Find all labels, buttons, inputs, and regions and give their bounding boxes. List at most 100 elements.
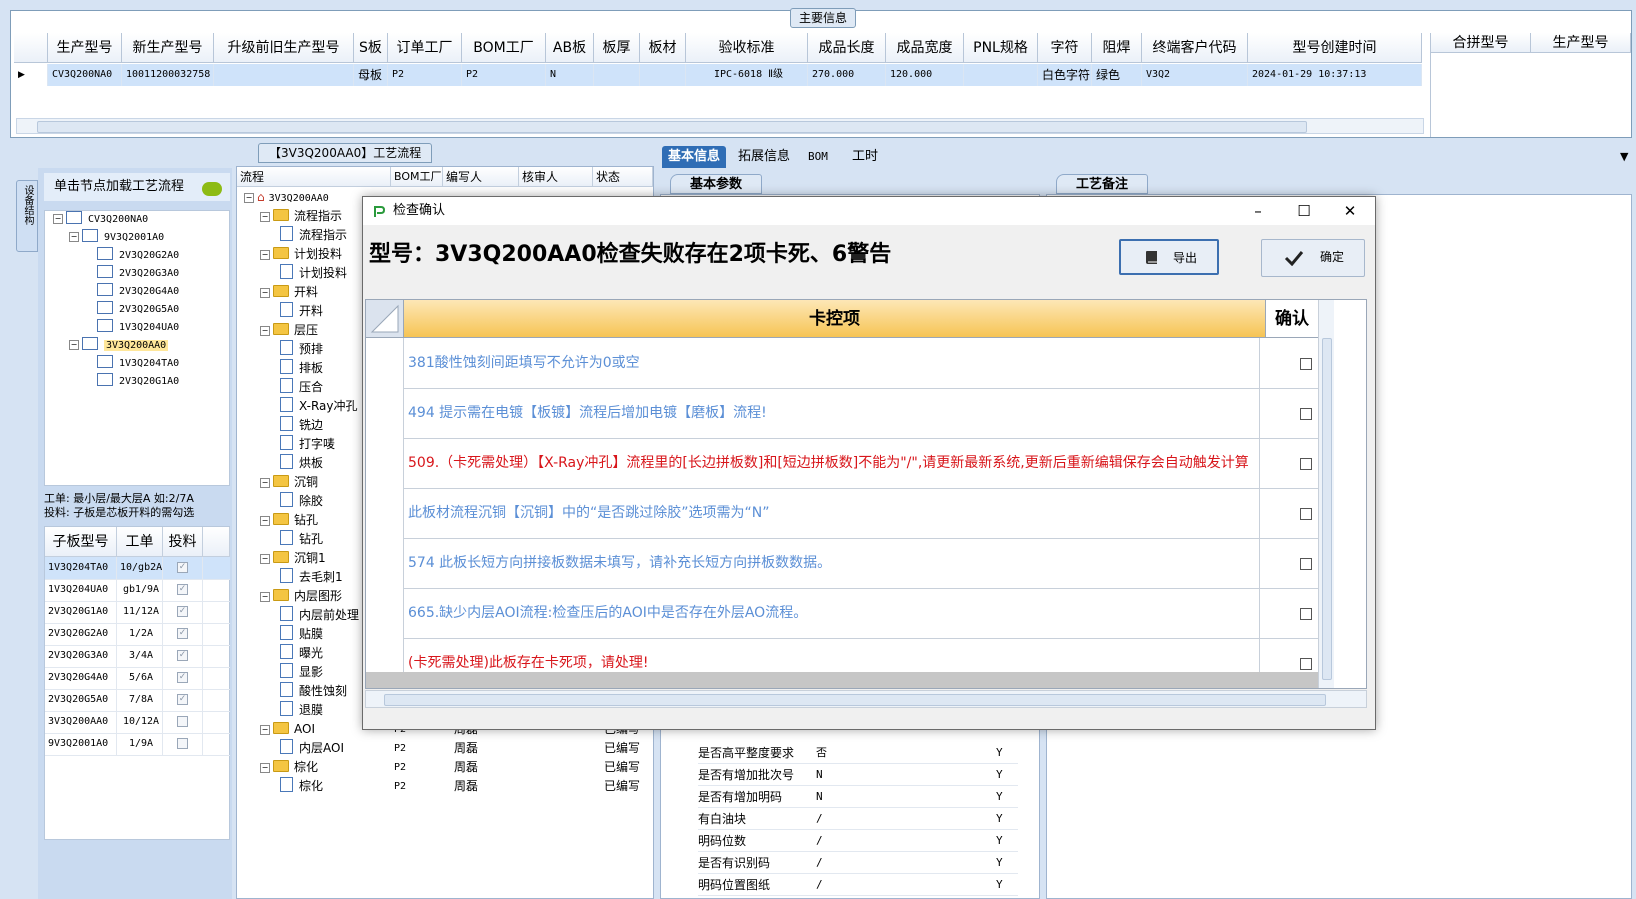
table-cell[interactable]: 270.000	[808, 64, 886, 86]
vertical-scrollbar[interactable]	[1318, 300, 1334, 688]
param-flag[interactable]: Y	[996, 808, 1003, 830]
feed-checkbox[interactable]: ✓	[177, 694, 188, 705]
table-row[interactable]: 2V3Q20G1A0 11/12A ✓	[45, 601, 230, 624]
param-flag[interactable]: Y	[996, 786, 1003, 808]
process-bom-cell[interactable]: P2	[394, 777, 406, 796]
table-row[interactable]: 2V3Q20G4A0 5/6A ✓	[45, 667, 230, 690]
table-cell[interactable]: 10/12A	[117, 711, 163, 733]
check-item-row[interactable]: 此板材流程沉铜【沉铜】中的“是否跳过除胶”选项需为“N”	[366, 488, 1318, 539]
process-group-node[interactable]: − AOI	[260, 720, 315, 739]
chat-bubble-icon[interactable]	[202, 182, 222, 196]
table-cell[interactable]: 白色字符	[1038, 64, 1092, 86]
feed-checkbox[interactable]	[177, 716, 188, 727]
confirm-checkbox[interactable]	[1300, 458, 1312, 470]
table-cell[interactable]: 2V3Q20G2A0	[45, 623, 117, 645]
tab-extended-info[interactable]: 拓展信息	[732, 146, 796, 168]
process-step-node[interactable]: 开料	[280, 302, 323, 321]
process-bom-cell[interactable]: P2	[394, 739, 406, 758]
table-cell[interactable]	[163, 733, 203, 755]
col-header[interactable]: 板材	[640, 33, 686, 63]
confirm-button[interactable]: 确定	[1261, 239, 1365, 277]
check-items-table[interactable]: 卡控项 确认 381酸性蚀刻间距填写不允许为0或空 494 提示需在电镀【板镀】流…	[365, 299, 1367, 689]
col-header[interactable]: 生产型号	[1531, 33, 1631, 53]
table-cell[interactable]: 1V3Q204UA0	[45, 579, 117, 601]
process-root-node[interactable]: − ⌂ 3V3Q200AA0	[244, 188, 329, 207]
col-header[interactable]: 合拼型号	[1431, 33, 1531, 53]
table-cell[interactable]: gb1/9A	[117, 579, 163, 601]
process-step-node[interactable]: 去毛刺1	[280, 568, 343, 587]
param-row[interactable]: 是否高平整度要求 否 Y	[698, 742, 1018, 764]
process-step-node[interactable]: 内层AOI	[280, 739, 344, 758]
col-header[interactable]: 成品宽度	[886, 33, 964, 63]
check-item-row[interactable]: 574 此板长短方向拼接板数据未填写，请补充长短方向拼板数数据。	[366, 538, 1318, 589]
table-cell[interactable]: 3V3Q200AA0	[45, 711, 117, 733]
col-header[interactable]: 编写人	[443, 167, 519, 187]
tab-basic-info[interactable]: 基本信息	[662, 146, 727, 168]
table-cell[interactable]: 1/9A	[117, 733, 163, 755]
table-cell[interactable]: 绿色	[1092, 64, 1142, 86]
process-step-node[interactable]: 钻孔	[280, 530, 323, 549]
col-header[interactable]: 阻焊	[1092, 33, 1142, 63]
structure-side-tab[interactable]: 设备结构	[16, 180, 38, 252]
table-cell[interactable]: 9V3Q2001A0	[45, 733, 117, 755]
col-header[interactable]: 验收标准	[686, 33, 808, 63]
table-cell[interactable]: 2024-01-29 10:37:13	[1248, 64, 1422, 86]
process-group-node[interactable]: − 沉铜1	[260, 549, 326, 568]
process-step-node[interactable]: 计划投料	[280, 264, 347, 283]
process-step-node[interactable]: 烘板	[280, 454, 323, 473]
process-status-cell[interactable]: 已编写	[604, 777, 640, 796]
table-cell[interactable]	[594, 64, 640, 86]
col-header[interactable]: 状态	[593, 167, 653, 187]
process-step-node[interactable]: 预排	[280, 340, 323, 359]
tab-bom[interactable]: BOM	[802, 146, 834, 168]
col-header[interactable]: 子板型号	[45, 527, 117, 557]
col-header[interactable]: S板	[354, 33, 388, 63]
col-header[interactable]: AB板	[546, 33, 594, 63]
confirm-checkbox[interactable]	[1300, 358, 1312, 370]
param-value[interactable]: N	[816, 764, 823, 786]
process-author-cell[interactable]: 周磊	[454, 758, 478, 777]
row-header[interactable]	[366, 588, 404, 638]
param-value[interactable]: /	[816, 874, 823, 896]
feed-checkbox[interactable]: ✓	[177, 584, 188, 595]
process-author-cell[interactable]: 周磊	[454, 777, 478, 796]
col-header[interactable]: 板厚	[594, 33, 640, 63]
check-item-row[interactable]: 381酸性蚀刻间距填写不允许为0或空	[366, 338, 1318, 389]
feed-checkbox[interactable]: ✓	[177, 562, 188, 573]
close-icon[interactable]: ✕	[1327, 197, 1373, 225]
table-cell[interactable]: 10011200032758	[122, 64, 214, 86]
col-header[interactable]: 字符	[1038, 33, 1092, 63]
tree-node[interactable]: 1V3Q204TA0	[97, 355, 179, 373]
tree-node[interactable]: − CV3Q200NA0	[53, 211, 148, 229]
check-item-row[interactable]: 665.缺少内层AOI流程:检查压后的AOI中是否存在外层AO流程。	[366, 588, 1318, 639]
process-group-node[interactable]: − 计划投料	[260, 245, 342, 264]
process-step-node[interactable]: 棕化	[280, 777, 323, 796]
row-header[interactable]	[366, 538, 404, 588]
table-cell[interactable]: 2V3Q20G4A0	[45, 667, 117, 689]
col-header[interactable]: 流程	[237, 167, 391, 187]
process-step-node[interactable]: 流程指示	[280, 226, 347, 245]
col-header[interactable]: 终端客户代码	[1142, 33, 1248, 63]
table-cell[interactable]: 1V3Q204TA0	[45, 557, 117, 579]
tree-node-selected[interactable]: −3V3Q200AA0	[69, 337, 169, 355]
table-cell[interactable]: IPC-6018 Ⅱ级	[686, 64, 808, 86]
horizontal-scrollbar[interactable]	[365, 690, 1367, 708]
table-row[interactable]: 1V3Q204TA0 10/gb2A ✓	[45, 557, 230, 580]
col-header[interactable]: PNL规格	[964, 33, 1038, 63]
param-value[interactable]: /	[816, 808, 823, 830]
tree-node[interactable]: 2V3Q20G1A0	[97, 373, 179, 391]
process-step-node[interactable]: 内层前处理	[280, 606, 359, 625]
confirm-checkbox[interactable]	[1300, 608, 1312, 620]
process-group-node[interactable]: − 流程指示	[260, 207, 342, 226]
process-step-node[interactable]: 曝光	[280, 644, 323, 663]
table-row[interactable]: 3V3Q200AA0 10/12A	[45, 711, 230, 734]
row-header[interactable]	[366, 388, 404, 438]
table-cell[interactable]: ✓	[163, 645, 203, 667]
table-cell[interactable]: N	[546, 64, 594, 86]
tree-node[interactable]: 2V3Q20G5A0	[97, 301, 179, 319]
check-confirm-dialog[interactable]: 检查确认 – ☐ ✕ 型号：3V3Q200AA0检查失败存在2项卡死、6警告 导…	[362, 196, 1376, 730]
col-header[interactable]: 核审人	[519, 167, 593, 187]
col-header[interactable]: 成品长度	[808, 33, 886, 63]
row-header[interactable]	[366, 338, 404, 388]
col-header-check-item[interactable]: 卡控项	[404, 300, 1266, 338]
